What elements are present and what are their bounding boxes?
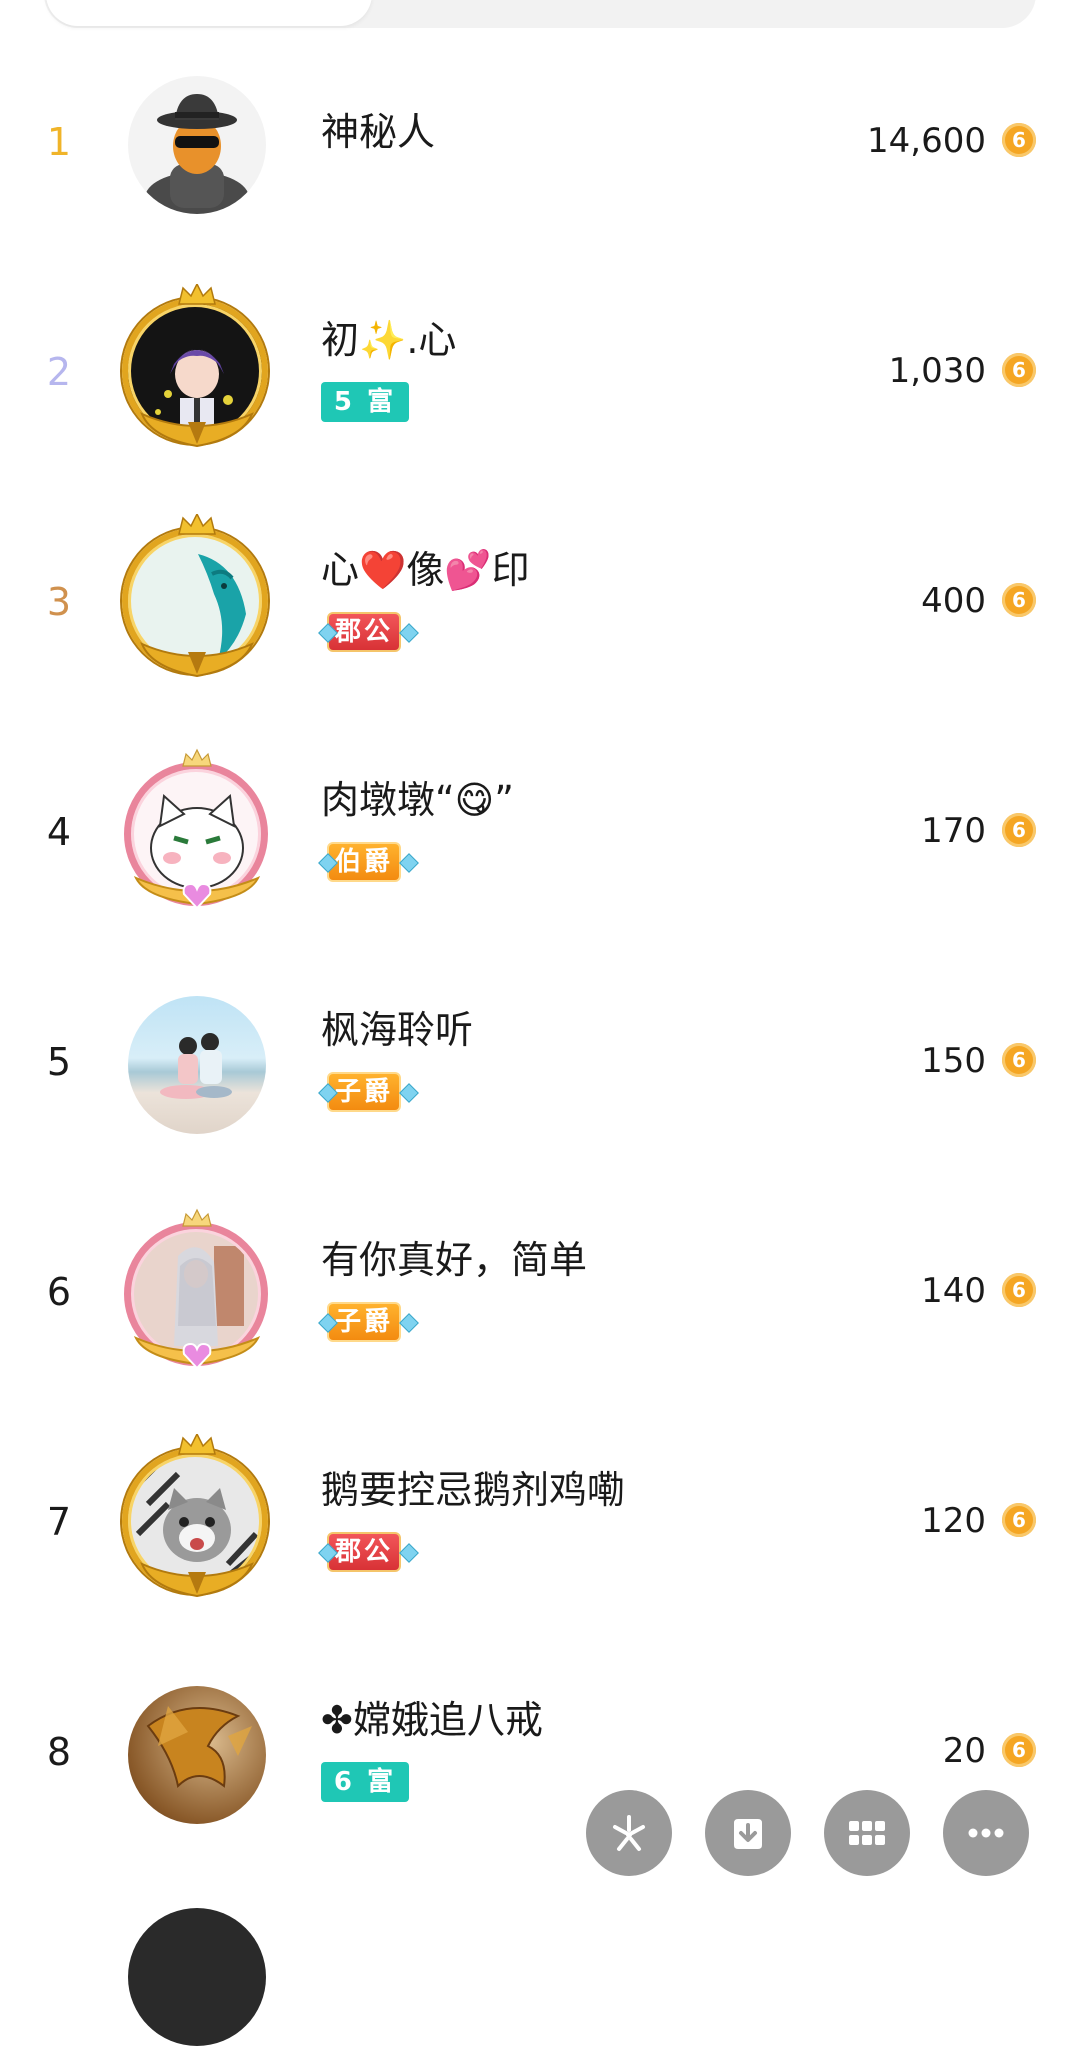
crown-icon <box>178 284 216 305</box>
coin-icon: 6 <box>1002 353 1036 387</box>
user-name: 神秘人 <box>321 110 436 154</box>
badge-gem-icon <box>399 623 419 643</box>
gift-score: 1,030 <box>888 351 986 391</box>
more-button[interactable] <box>943 1790 1029 1876</box>
avatar[interactable] <box>122 1680 272 1830</box>
user-name: ✤嫦娥追八戒 <box>321 1698 543 1742</box>
rank-number: 7 <box>46 1500 72 1544</box>
leaderboard-row[interactable]: 2 初✨.心 5 富 1,030 6 <box>0 255 1080 485</box>
more-icon <box>968 1828 1004 1838</box>
avatar[interactable] <box>122 70 272 220</box>
coin-icon: 6 <box>1002 1043 1036 1077</box>
top-segmented-tabs[interactable] <box>44 0 1036 28</box>
crown-icon <box>182 748 212 767</box>
crown-icon <box>178 514 216 535</box>
beach-couple-avatar-icon <box>128 996 266 1134</box>
coin-icon: 6 <box>1002 813 1036 847</box>
mystery-man-avatar-icon <box>128 76 266 214</box>
avatar[interactable] <box>122 1434 272 1598</box>
pinwheel-button[interactable] <box>586 1790 672 1876</box>
leaderboard-row[interactable]: 1 神秘人 14,600 6 <box>0 25 1080 255</box>
leaderboard-row[interactable]: 5 枫海聆听 子爵 150 6 <box>0 945 1080 1175</box>
avatar[interactable] <box>122 284 272 448</box>
rank-number: 5 <box>46 1040 72 1084</box>
gift-score: 140 <box>921 1271 986 1311</box>
golden-dragon-avatar-icon <box>128 1686 266 1824</box>
user-name: 初✨.心 <box>321 318 457 362</box>
rank-number: 6 <box>46 1270 72 1314</box>
gift-score: 20 <box>942 1731 986 1771</box>
noble-title-badge: 伯爵 <box>327 842 401 882</box>
download-button[interactable] <box>705 1790 791 1876</box>
rank-number: 1 <box>46 120 72 164</box>
leaderboard-row[interactable]: 4 肉墩墩“😋” 伯爵 170 6 <box>0 715 1080 945</box>
badge-gem-icon <box>399 853 419 873</box>
grid-icon <box>849 1821 885 1845</box>
wing-ornament-icon <box>140 642 254 678</box>
badge-gem-icon <box>399 1083 419 1103</box>
coin-icon: 6 <box>1002 583 1036 617</box>
user-name: 心❤️像💕印 <box>321 548 530 592</box>
user-name: 肉墩墩“😋” <box>321 778 514 822</box>
rank-number: 3 <box>46 580 72 624</box>
leaderboard-row[interactable]: 3 心❤️像💕印 郡公 400 6 <box>0 485 1080 715</box>
crown-icon <box>178 1434 216 1455</box>
avatar[interactable] <box>122 1208 272 1370</box>
crown-icon <box>182 1208 212 1227</box>
avatar[interactable] <box>122 990 272 1140</box>
noble-title-badge: 子爵 <box>327 1302 401 1342</box>
leaderboard-row[interactable]: 8 ✤嫦娥追八戒 6 富 20 6 <box>0 1635 1080 1865</box>
heart-ornament-icon <box>133 876 261 910</box>
user-name: 有你真好，简单 <box>321 1238 588 1282</box>
rank-number: 2 <box>46 350 72 394</box>
coin-icon: 6 <box>1002 1733 1036 1767</box>
gift-score: 150 <box>921 1041 986 1081</box>
wing-ornament-icon <box>140 1562 254 1598</box>
next-row-avatar[interactable] <box>128 1908 266 2046</box>
grid-button[interactable] <box>824 1790 910 1876</box>
avatar[interactable] <box>122 514 272 678</box>
wealth-level-badge: 6 富 <box>321 1762 409 1802</box>
wing-ornament-icon <box>140 412 254 448</box>
rank-number: 4 <box>46 810 72 854</box>
active-tab[interactable] <box>46 0 372 26</box>
noble-title-badge: 郡公 <box>327 612 401 652</box>
avatar[interactable] <box>122 748 272 910</box>
pinwheel-icon <box>613 1815 645 1851</box>
gift-score: 170 <box>921 811 986 851</box>
badge-gem-icon <box>399 1543 419 1563</box>
gift-score: 400 <box>921 581 986 621</box>
wealth-level-badge: 5 富 <box>321 382 409 422</box>
gift-score: 120 <box>921 1501 986 1541</box>
leaderboard-row[interactable]: 7 鹅要控忌鹅剂鸡嘞 郡公 120 6 <box>0 1405 1080 1635</box>
user-name: 鹅要控忌鹅剂鸡嘞 <box>321 1468 626 1512</box>
coin-icon: 6 <box>1002 1273 1036 1307</box>
noble-title-badge: 郡公 <box>327 1532 401 1572</box>
coin-icon: 6 <box>1002 123 1036 157</box>
download-icon <box>734 1819 762 1849</box>
rank-number: 8 <box>46 1730 72 1774</box>
gift-score: 14,600 <box>867 121 986 161</box>
badge-gem-icon <box>399 1313 419 1333</box>
leaderboard-row[interactable]: 6 有你真好，简单 子爵 140 6 <box>0 1175 1080 1405</box>
noble-title-badge: 子爵 <box>327 1072 401 1112</box>
coin-icon: 6 <box>1002 1503 1036 1537</box>
heart-ornament-icon <box>133 1336 261 1370</box>
user-name: 枫海聆听 <box>321 1008 474 1052</box>
